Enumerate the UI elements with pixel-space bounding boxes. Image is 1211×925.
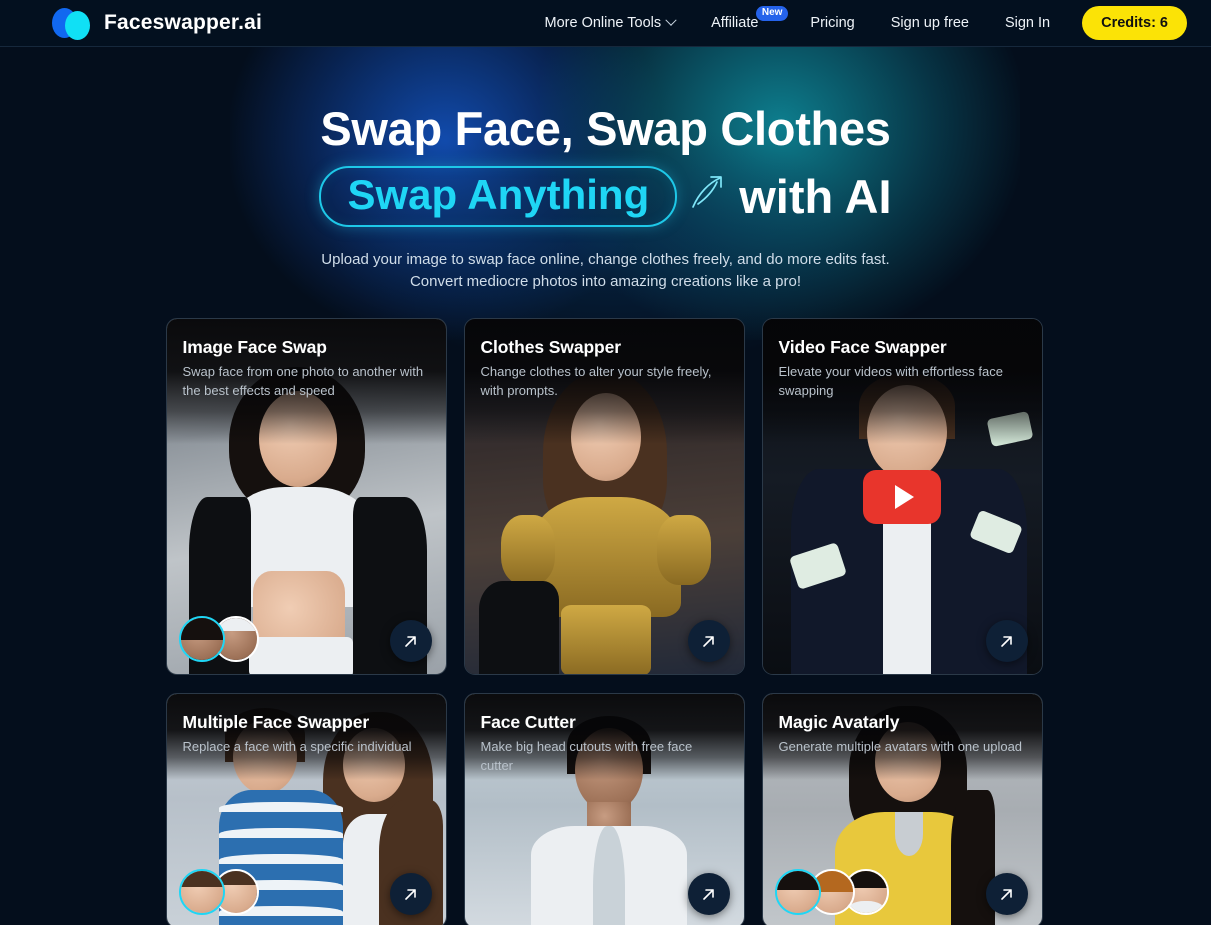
hero-subtitle-line1: Upload your image to swap face online, c… [321,250,890,268]
face-thumbnail[interactable] [178,616,225,663]
doodle-arrow-icon [692,176,723,208]
card-open-button[interactable] [389,873,432,916]
swap-anything-pill[interactable]: Swap Anything [319,165,678,227]
nav-item-more-online-tools[interactable]: More Online Tools [527,9,694,37]
card-text: Multiple Face Swapper Replace a face wit… [183,712,430,756]
nav-item-sign-in[interactable]: Sign In [987,9,1068,37]
nav-item-affiliate[interactable]: Affiliate New [693,6,792,37]
face-thumbnail-list [178,869,259,916]
chevron-down-icon [665,14,677,26]
hero-title-line2: Swap Anything with AI [0,165,1211,227]
nav-label: More Online Tools [544,15,662,31]
arrow-up-right-icon [703,635,714,647]
site-header: Faceswapper.ai More Online Tools Affilia… [0,0,1211,47]
nav-label: Affiliate [711,15,759,31]
card-title: Image Face Swap [182,337,328,358]
brand-logo[interactable]: Faceswapper.ai [52,7,263,40]
hero-title-tail: with AI [739,169,892,223]
card-text: Clothes Swapper Change clothes to alter … [481,337,728,400]
faceswapper-logo-icon [52,7,92,40]
page-root: Faceswapper.ai More Online Tools Affilia… [0,0,1211,925]
credits-button[interactable]: Credits: 6 [1082,6,1187,40]
arrow-up-right-icon [405,635,416,647]
card-title: Clothes Swapper [480,337,622,358]
arrow-up-right-icon [1001,888,1012,900]
card-description: Change clothes to alter your style freel… [480,364,712,398]
card-text: Video Face Swapper Elevate your videos w… [779,337,1026,400]
face-thumbnail[interactable] [178,869,225,916]
card-description: Make big head cutouts with free face cut… [480,739,693,773]
video-play-button[interactable] [863,469,941,524]
card-title: Video Face Swapper [778,337,947,358]
nav-item-pricing[interactable]: Pricing [792,9,872,37]
nav-item-sign-up-free[interactable]: Sign up free [873,9,987,37]
face-thumbnail-list [178,616,259,663]
main-navigation: More Online Tools Affiliate New Pricing … [527,6,1187,40]
nav-label: Sign In [1004,15,1051,31]
arrow-up-right-icon [703,888,714,900]
new-badge: New [755,6,789,21]
hero-subtitle: Upload your image to swap face online, c… [0,249,1211,295]
tool-card-grid: Image Face Swap Swap face from one photo… [165,318,1046,925]
hero-subtitle-line2: Convert mediocre photos into amazing cre… [409,273,802,291]
card-open-button[interactable] [389,620,432,663]
card-title: Multiple Face Swapper [182,712,370,733]
card-title: Face Cutter [480,712,576,733]
tool-card-video-face-swapper[interactable]: Video Face Swapper Elevate your videos w… [761,318,1043,676]
tool-card-face-cutter[interactable]: Face Cutter Make big head cutouts with f… [463,693,745,925]
nav-label: Sign up free [890,15,969,31]
arrow-up-right-icon [1001,635,1012,647]
card-text: Image Face Swap Swap face from one photo… [183,337,430,400]
tool-card-multiple-face-swapper[interactable]: Multiple Face Swapper Replace a face wit… [165,693,447,925]
tool-card-image-face-swap[interactable]: Image Face Swap Swap face from one photo… [165,318,447,676]
brand-name: Faceswapper.ai [104,11,263,34]
card-open-button[interactable] [687,620,730,663]
card-title: Magic Avatarly [778,712,900,733]
card-description: Swap face from one photo to another with… [182,364,424,398]
play-button-icon [895,484,914,509]
nav-label: Pricing [810,15,855,31]
face-thumbnail-list [774,869,889,916]
card-description: Generate multiple avatars with one uploa… [778,739,1023,755]
tool-card-magic-avatarly[interactable]: Magic Avatarly Generate multiple avatars… [761,693,1043,925]
card-text: Magic Avatarly Generate multiple avatars… [779,712,1026,756]
arrow-up-right-icon [405,888,416,900]
hero-section: Swap Face, Swap Clothes Swap Anything wi… [0,47,1211,294]
card-open-button[interactable] [985,873,1028,916]
card-open-button[interactable] [985,620,1028,663]
card-open-button[interactable] [687,873,730,916]
card-description: Elevate your videos with effortless face… [778,364,1004,398]
card-description: Replace a face with a specific individua… [182,739,412,755]
card-text: Face Cutter Make big head cutouts with f… [481,712,728,775]
tool-card-clothes-swapper[interactable]: Clothes Swapper Change clothes to alter … [463,318,745,676]
hero-title-line1: Swap Face, Swap Clothes [320,102,891,155]
face-thumbnail[interactable] [774,869,821,916]
